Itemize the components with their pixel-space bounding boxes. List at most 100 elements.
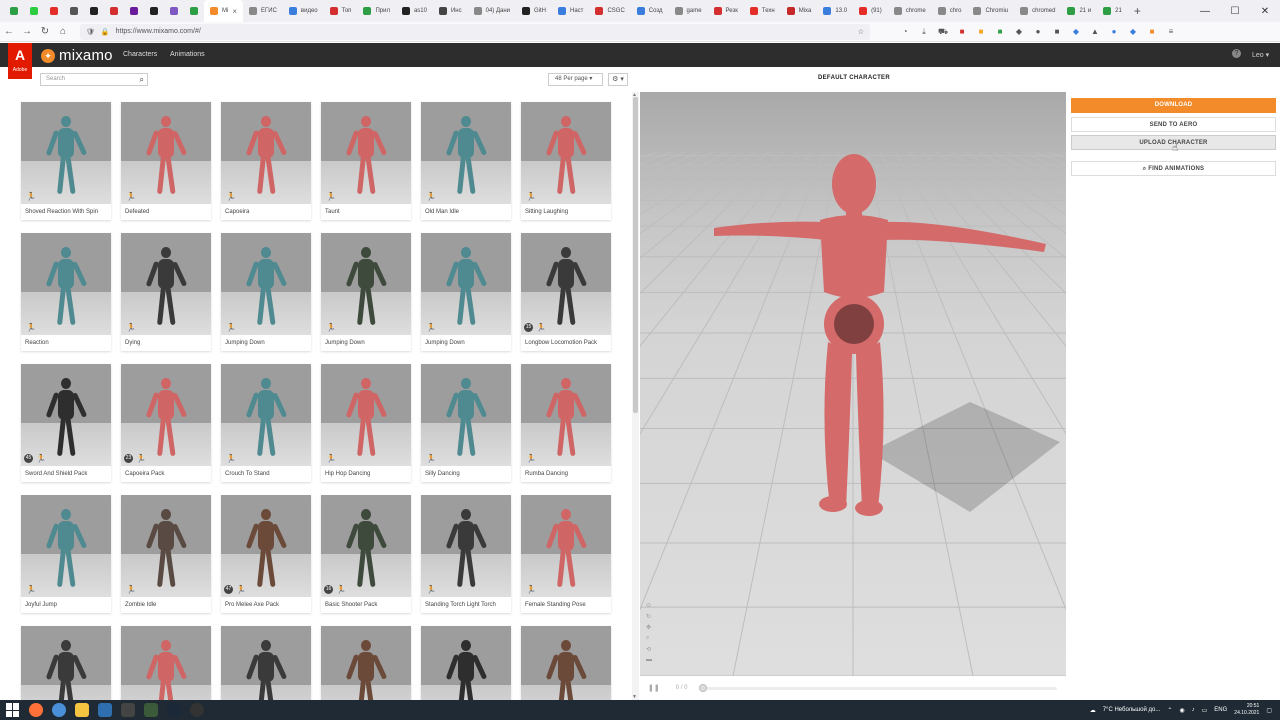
browser-tab[interactable]: Mixa — [781, 0, 818, 22]
app-icon[interactable] — [98, 703, 112, 717]
home-icon[interactable]: ⌂ — [54, 26, 72, 37]
character-viewport[interactable] — [640, 92, 1066, 676]
app-icon[interactable] — [144, 703, 158, 717]
animation-card[interactable]: 🏃 — [121, 626, 211, 700]
battery-icon[interactable]: ▭ — [1202, 707, 1208, 714]
animation-card[interactable]: 🏃 Taunt — [321, 102, 411, 220]
animation-card[interactable]: 16 🏃 Basic Shooter Pack — [321, 495, 411, 613]
browser-tab[interactable] — [64, 0, 84, 22]
per-page-select[interactable]: 48 Per page ▾ — [548, 73, 603, 86]
address-bar[interactable]: 🛡 🔒 https://www.mixamo.com/#/ ☆ — [80, 23, 870, 40]
help-icon[interactable]: ? — [1232, 49, 1241, 58]
adobe-logo[interactable]: A Adobe — [8, 43, 32, 79]
firefox-icon[interactable] — [29, 703, 43, 717]
animation-card[interactable]: 🏃 Shoved Reaction With Spin — [21, 102, 111, 220]
browser-tab[interactable]: game — [669, 0, 708, 22]
animation-card[interactable]: 🏃 Rumba Dancing — [521, 364, 611, 482]
browser-tab[interactable] — [144, 0, 164, 22]
forward-icon[interactable]: → — [18, 26, 36, 37]
browser-tab[interactable] — [164, 0, 184, 22]
browser-tab[interactable]: 21 и — [1061, 0, 1097, 22]
camera-icon[interactable]: ⊙ — [646, 602, 652, 609]
animation-card[interactable]: 🏃 Jumping Down — [321, 233, 411, 351]
volume-icon[interactable]: ♪ — [1192, 707, 1195, 713]
browser-tab[interactable]: as10 — [396, 0, 433, 22]
file-explorer-icon[interactable] — [75, 703, 89, 717]
browser-tab[interactable]: 04) Дани — [468, 0, 516, 22]
chrome-icon[interactable] — [52, 703, 66, 717]
download-button[interactable]: DOWNLOAD — [1071, 98, 1276, 113]
browser-tab[interactable]: (91) — [853, 0, 888, 22]
grid-settings-select[interactable]: ⚙ ▾ — [608, 73, 628, 86]
animation-card[interactable]: 15 🏃 Longbow Locomotion Pack — [521, 233, 611, 351]
animation-card[interactable]: 🏃 — [221, 626, 311, 700]
nav-animations[interactable]: Animations — [170, 51, 205, 58]
browser-tab[interactable]: chromed — [1014, 0, 1061, 22]
extension-icon[interactable]: ■ — [1052, 27, 1062, 36]
extension-icon[interactable]: ◆ — [1014, 27, 1024, 36]
animation-card[interactable]: 🏃 Defeated — [121, 102, 211, 220]
animation-card[interactable]: 🏃 Crouch To Stand — [221, 364, 311, 482]
animation-card[interactable]: 🏃 Hip Hop Dancing — [321, 364, 411, 482]
steam-icon[interactable] — [167, 703, 181, 717]
extension-icon[interactable]: ◆ — [1128, 27, 1138, 36]
animation-card[interactable]: 🏃 Dying — [121, 233, 211, 351]
comment-icon[interactable]: ▬ — [646, 657, 652, 663]
epic-games-icon[interactable] — [121, 703, 135, 717]
animation-card[interactable]: 🏃 Silly Dancing — [421, 364, 511, 482]
tab-close-icon[interactable]: × — [232, 7, 237, 16]
animation-card[interactable]: 47 🏃 Pro Melee Axe Pack — [221, 495, 311, 613]
reset-icon[interactable]: ⟲ — [646, 646, 652, 653]
back-icon[interactable]: ← — [0, 26, 18, 37]
browser-tab[interactable] — [24, 0, 44, 22]
extension-icon[interactable]: ◆ — [1071, 27, 1081, 36]
animation-card[interactable]: 23 🏃 Capoeira Pack — [121, 364, 211, 482]
close-window-button[interactable]: ✕ — [1250, 6, 1280, 17]
grid-scrollbar[interactable]: ▲ ▼ — [632, 92, 639, 700]
maximize-button[interactable]: ☐ — [1220, 6, 1250, 17]
animation-card[interactable]: 🏃 — [21, 626, 111, 700]
browser-tab[interactable] — [104, 0, 124, 22]
timeline-slider[interactable] — [699, 683, 1058, 692]
tray-icon[interactable]: ⌃ — [1167, 707, 1172, 714]
extension-icon[interactable]: ■ — [1147, 27, 1157, 36]
downloads-icon[interactable]: ⤓ — [919, 27, 929, 37]
animation-card[interactable]: 🏃 — [521, 626, 611, 700]
browser-tab[interactable]: Mi × — [204, 0, 244, 22]
nav-characters[interactable]: Characters — [123, 51, 157, 58]
browser-tab[interactable]: 13.0 — [817, 0, 853, 22]
animation-card[interactable]: 🏃 Zombie Idle — [121, 495, 211, 613]
notifications-icon[interactable]: ▢ — [1266, 707, 1272, 714]
animation-card[interactable]: 🏃 Jumping Down — [221, 233, 311, 351]
scrollbar-thumb[interactable] — [633, 97, 638, 413]
extension-icon[interactable]: ▲ — [1090, 27, 1100, 36]
extension-icon[interactable]: ● — [1033, 27, 1043, 36]
browser-tab[interactable] — [44, 0, 64, 22]
timeline-knob[interactable] — [699, 683, 708, 692]
animation-card[interactable]: 🏃 Female Standing Pose — [521, 495, 611, 613]
start-menu-icon[interactable] — [6, 703, 20, 717]
browser-tab[interactable]: ЕГИС — [243, 0, 283, 22]
browser-tab[interactable]: chro — [932, 0, 968, 22]
browser-tab[interactable]: Техн — [744, 0, 781, 22]
browser-tab[interactable]: Прил — [357, 0, 396, 22]
browser-tab[interactable] — [84, 0, 104, 22]
animation-card[interactable]: 🏃 Old Man Idle — [421, 102, 511, 220]
extension-icon[interactable]: ● — [1109, 27, 1119, 36]
rotate-icon[interactable]: ↻ — [646, 613, 652, 620]
search-input[interactable]: Search ⌕ — [40, 73, 148, 86]
network-icon[interactable]: ◉ — [1179, 707, 1184, 714]
extension-icon[interactable]: ■ — [995, 27, 1005, 36]
animation-card[interactable]: 🏃 Jumping Down — [421, 233, 511, 351]
extension-icon[interactable]: ■ — [957, 27, 967, 36]
language-indicator[interactable]: ENG — [1214, 707, 1227, 713]
extension-icon[interactable]: ■ — [976, 27, 986, 36]
browser-tab[interactable]: Наст — [552, 0, 589, 22]
animation-card[interactable]: 🏃 — [421, 626, 511, 700]
browser-tab[interactable]: Резк — [708, 0, 744, 22]
find-animations-button[interactable]: ⌕ FIND ANIMATIONS — [1071, 161, 1276, 176]
browser-tab[interactable]: GitH — [516, 0, 552, 22]
animation-card[interactable]: 🏃 Joyful Jump — [21, 495, 111, 613]
browser-tab[interactable]: Созд — [631, 0, 669, 22]
animation-card[interactable]: 🏃 Sitting Laughing — [521, 102, 611, 220]
